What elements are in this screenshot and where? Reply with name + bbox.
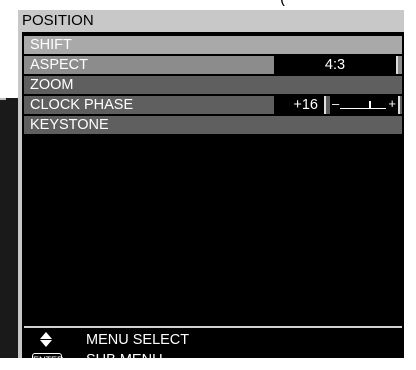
menu-select-label: MENU SELECT [86,332,190,348]
aspect-value-field[interactable]: 4:3 [274,56,398,74]
menu-item-clock-phase[interactable]: CLOCK PHASE +16 – + [24,96,402,114]
slider-plus-icon: + [388,96,396,111]
menu-panel: SHIFT ASPECT 4:3 ZOOM CLOCK PHASE +16 – … [22,32,404,368]
footer-menu-select: MENU SELECT [24,330,402,350]
menu-item-label: SHIFT [30,37,72,53]
clock-phase-value: +16 [293,97,318,113]
position-menu-window: POSITION SHIFT ASPECT 4:3 ZOOM CLOCK PHA… [18,10,404,368]
menu-item-label: ZOOM [30,77,74,93]
enter-key-icon: ENTER [32,353,64,367]
footer-sub-menu: ENTER SUB MENU [24,350,402,370]
menu-item-zoom[interactable]: ZOOM [24,76,402,94]
menu-item-aspect[interactable]: ASPECT 4:3 [24,56,402,74]
footer-divider [24,326,402,328]
slider-minus-icon: – [332,96,340,111]
cropped-heading-fragment: ( [280,0,416,6]
clock-phase-value-field[interactable]: +16 [274,96,326,114]
menu-title: POSITION [18,10,404,32]
clock-phase-slider[interactable]: – + [330,96,400,114]
menu-item-label: KEYSTONE [30,117,109,133]
slider-knob[interactable] [368,101,371,109]
paren-fragment: ( [280,0,285,6]
slider-track [340,108,386,109]
left-edge-tick [0,98,6,100]
left-edge-strip [0,98,18,358]
menu-item-label: CLOCK PHASE [30,97,134,113]
aspect-value: 4:3 [324,57,346,73]
menu-item-keystone[interactable]: KEYSTONE [24,116,402,134]
menu-item-label: ASPECT [30,57,89,73]
menu-item-shift[interactable]: SHIFT [24,36,402,54]
sub-menu-label: SUB MENU [86,352,163,368]
up-down-arrow-icon [40,330,52,350]
